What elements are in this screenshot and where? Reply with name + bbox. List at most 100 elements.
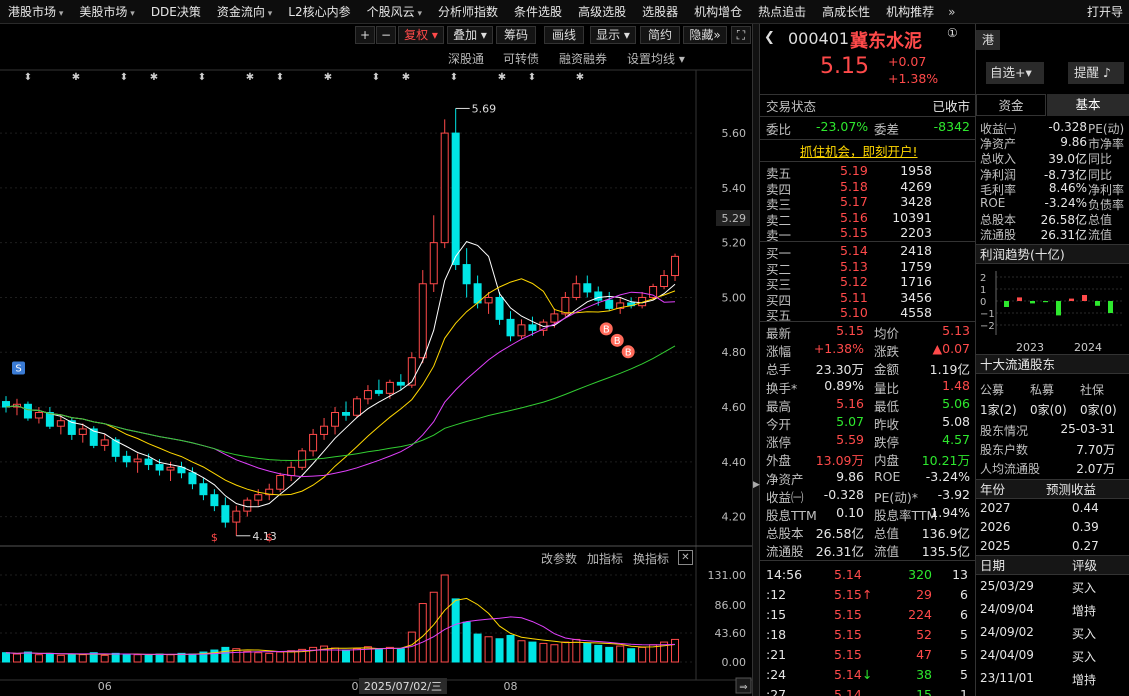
add-watchlist-button[interactable]: 自选+▾ [986, 62, 1044, 84]
nav-item-5[interactable]: 个股风云 [359, 0, 430, 23]
event-marker-icon[interactable]: ✱ [246, 72, 254, 83]
simple-button[interactable]: 简约 [640, 26, 680, 44]
chips-button[interactable]: 筹码 [496, 26, 536, 44]
stat-value: -0.328 [823, 486, 864, 502]
nav-item-10[interactable]: 机构增仓 [686, 0, 750, 23]
rating-date: 25/03/29 [980, 579, 1034, 593]
zoom-in-button[interactable]: + [355, 26, 375, 44]
stat-label: 流通股 [766, 544, 804, 560]
stat-label: 量比 [874, 380, 900, 396]
nav-item-0[interactable]: 港股市场 [0, 0, 71, 23]
profit-bar [1030, 301, 1035, 304]
stat-label: 最低 [874, 398, 900, 414]
open-account-link[interactable]: 抓住机会，即刻开户! [800, 141, 918, 160]
draw-line-button[interactable]: 画线 [544, 26, 584, 44]
stat-value: 4.57 [942, 432, 970, 448]
rating-date: 24/09/02 [980, 625, 1034, 639]
top-nav: 港股市场美股市场DDE决策资金流向L2核心内参个股风云分析师指数条件选股高级选股… [0, 0, 1129, 24]
book-volume: 2203 [900, 225, 932, 240]
book-row[interactable]: 卖二 5.16 10391 [760, 210, 976, 228]
candle-body [23, 403, 32, 419]
book-row[interactable]: 卖四 5.18 4269 [760, 179, 976, 197]
event-marker-icon[interactable]: ⬍ [24, 72, 32, 83]
stat-label: 昨收 [874, 417, 900, 432]
overlay-button[interactable]: 叠加 ▾ [447, 26, 493, 44]
margin-trading-link[interactable]: 融资融券 [559, 50, 607, 67]
volume-bar [254, 652, 263, 663]
panel-splitter[interactable]: ▶ [752, 24, 760, 696]
book-row[interactable]: 卖三 5.17 3428 [760, 194, 976, 212]
tab-funds[interactable]: 资金 [976, 94, 1046, 116]
convertible-bond-link[interactable]: 可转债 [503, 50, 539, 67]
event-marker-icon[interactable]: ⬍ [198, 72, 206, 83]
event-marker-icon[interactable]: ✱ [324, 72, 332, 83]
ma-settings-button[interactable]: 设置均线 ▾ [627, 50, 685, 67]
candle-body [473, 283, 482, 304]
nav-item-11[interactable]: 热点追击 [750, 0, 814, 23]
event-marker-icon[interactable]: ✱ [576, 72, 584, 83]
event-marker-icon[interactable]: ⬍ [372, 72, 380, 83]
nav-item-8[interactable]: 高级选股 [570, 0, 634, 23]
indicator-toolbar: 改参数 加指标 换指标 ✕ [0, 550, 752, 568]
nav-item-1[interactable]: 美股市场 [71, 0, 142, 23]
stat-value: 13.09万 [815, 453, 864, 469]
rating-row: 23/11/01 增持 [976, 671, 1129, 689]
book-row[interactable]: 买三 5.12 1716 [760, 274, 976, 292]
tab-basic[interactable]: 基本 [1047, 94, 1129, 116]
forecast-header: 年份 预测收益 [976, 479, 1129, 499]
add-indicator-button[interactable]: 加指标 [587, 550, 623, 567]
stat-row: 换手* 0.89% 量比 1.48 [760, 378, 976, 396]
nav-item-6[interactable]: 分析师指数 [430, 0, 506, 23]
event-marker-icon[interactable]: ✱ [498, 72, 506, 83]
book-row[interactable]: 卖五 5.19 1958 [760, 163, 976, 181]
event-marker-icon[interactable]: ⬍ [276, 72, 284, 83]
nav-item-2[interactable]: DDE决策 [143, 0, 209, 23]
book-price: 5.17 [840, 194, 868, 209]
hide-button[interactable]: 隐藏» [683, 26, 727, 44]
candle-body [122, 455, 131, 463]
nav-open-guide[interactable]: 打开导 [1080, 0, 1129, 23]
book-row[interactable]: 买四 5.11 3456 [760, 290, 976, 308]
volume-bar [671, 638, 680, 663]
nav-item-13[interactable]: 机构推荐 [878, 0, 942, 23]
nav-more-icon[interactable]: » [942, 5, 961, 19]
display-button[interactable]: 显示 ▾ [590, 26, 636, 44]
hk-badge[interactable]: 港 [976, 30, 1000, 50]
nav-item-12[interactable]: 高成长性 [814, 0, 878, 23]
fullscreen-icon[interactable]: ⛶ [731, 26, 751, 44]
switch-indicator-button[interactable]: 换指标 [633, 550, 669, 567]
buy-signal-label: B [603, 324, 610, 335]
fuquan-button[interactable]: 复权 ▾ [398, 26, 444, 44]
stat-label: 涨停 [766, 435, 792, 451]
event-marker-icon[interactable]: ✱ [150, 72, 158, 83]
book-row[interactable]: 买一 5.14 2418 [760, 243, 976, 261]
event-marker-icon[interactable]: ⬍ [450, 72, 458, 83]
shen-gu-tong-link[interactable]: 深股通 [448, 50, 484, 67]
kline-chart[interactable]: 5.60 5.40 5.29 5.20 5.00 4.80 4.60 4.40 4.20 131.… [0, 24, 752, 696]
nav-item-7[interactable]: 条件选股 [506, 0, 570, 23]
nav-item-9[interactable]: 选股器 [634, 0, 686, 23]
book-row[interactable]: 卖一 5.15 2203 [760, 225, 976, 243]
zoom-out-button[interactable]: − [376, 26, 396, 44]
event-marker-icon[interactable]: ⬍ [528, 72, 536, 83]
alert-button[interactable]: 提醒 ♪ [1068, 62, 1124, 84]
book-row[interactable]: 买二 5.13 1759 [760, 259, 976, 277]
stat-row: 总手 23.30万 金额 1.19亿 [760, 359, 976, 377]
event-marker-icon[interactable]: ✱ [72, 72, 80, 83]
book-volume: 1958 [900, 163, 932, 178]
fund-header: 港 自选+▾ 提醒 ♪ [976, 24, 1129, 84]
price-axis-tick: 5.00 [722, 291, 747, 304]
book-row[interactable]: 买五 5.10 4558 [760, 305, 976, 323]
collapse-arrow-icon[interactable]: ▶ [753, 480, 760, 490]
change-params-button[interactable]: 改参数 [541, 550, 577, 567]
rating-value: 买入 [1072, 581, 1097, 595]
volume-bar [440, 574, 449, 663]
prev-stock-icon[interactable]: ❮ [764, 30, 775, 45]
close-icon[interactable]: ✕ [678, 550, 693, 565]
tick-time: :21 [766, 647, 787, 662]
nav-item-3[interactable]: 资金流向 [209, 0, 280, 23]
nav-item-4[interactable]: L2核心内参 [280, 0, 358, 23]
event-marker-icon[interactable]: ✱ [402, 72, 410, 83]
event-marker-icon[interactable]: ⬍ [120, 72, 128, 83]
scroll-right-icon[interactable]: ⇒ [739, 682, 747, 693]
